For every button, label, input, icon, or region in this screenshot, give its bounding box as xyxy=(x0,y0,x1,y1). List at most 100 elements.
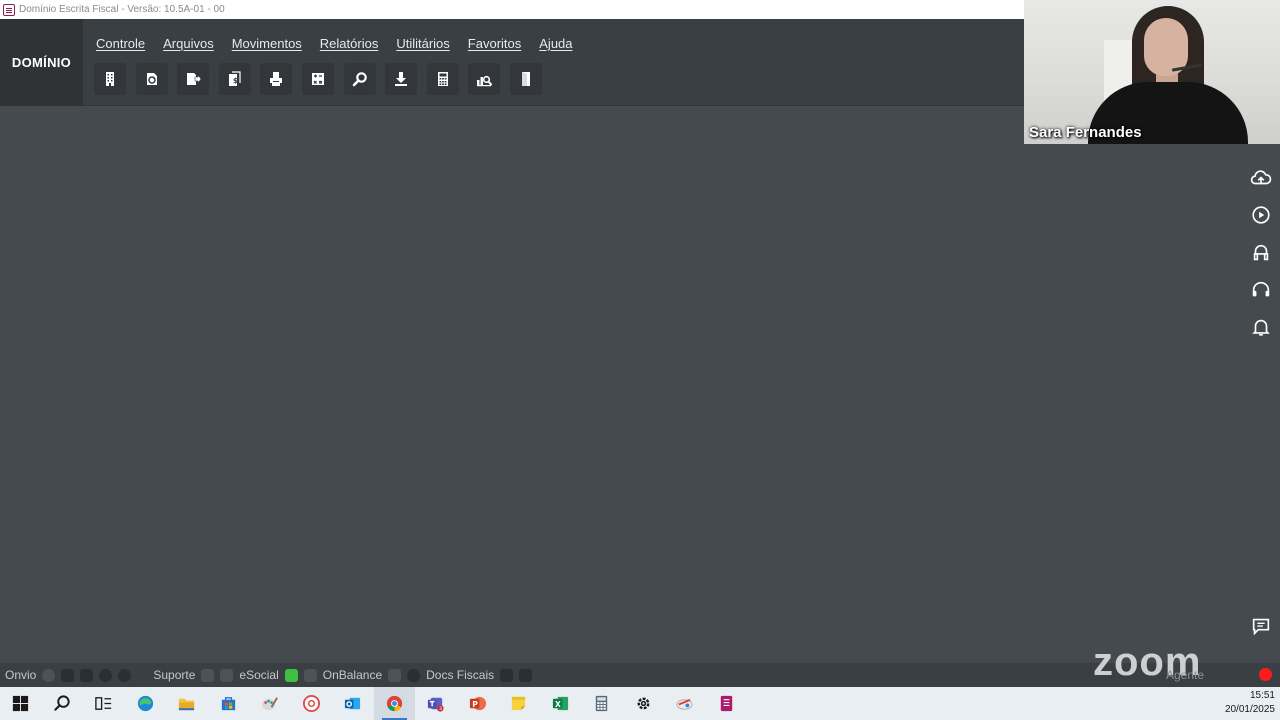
esocial-doc-icon xyxy=(303,668,317,682)
building-icon xyxy=(106,72,114,86)
menu-utilitarios[interactable]: Utilitários xyxy=(396,36,449,51)
download-icon xyxy=(395,72,408,86)
start-button[interactable] xyxy=(0,687,42,720)
onvio-circle2-icon xyxy=(118,668,132,682)
support-button[interactable] xyxy=(1246,275,1276,305)
academy-button[interactable] xyxy=(1246,238,1276,268)
chrome-icon xyxy=(386,695,402,712)
export-doc-button[interactable] xyxy=(177,63,210,95)
file-explorer-button[interactable] xyxy=(166,687,208,720)
sticky-notes-icon xyxy=(512,696,526,711)
headset-icon xyxy=(1252,281,1270,297)
play-button[interactable] xyxy=(1246,200,1276,230)
onbalance-drop-icon xyxy=(407,668,421,682)
cloud-upload-button[interactable] xyxy=(1246,163,1276,193)
calc-sheet-icon xyxy=(311,73,324,85)
suporte-icon xyxy=(201,668,215,682)
system-clock[interactable]: 15:51 20/01/2025 xyxy=(1225,689,1275,717)
esocial-status-icon xyxy=(284,668,298,682)
onvio-shield-icon xyxy=(61,668,75,682)
edge-button[interactable] xyxy=(125,687,167,720)
menu-favoritos[interactable]: Favoritos xyxy=(468,36,521,51)
outlook-icon xyxy=(345,697,361,710)
taskbar-search-button[interactable] xyxy=(42,687,84,720)
exit-button[interactable] xyxy=(509,63,542,95)
outlook-button[interactable] xyxy=(332,687,374,720)
participant-video: Sara Fernandes xyxy=(1024,0,1280,144)
download-button[interactable] xyxy=(385,63,418,95)
menu-arquivos[interactable]: Arquivos xyxy=(163,36,214,51)
status-esocial[interactable]: eSocial xyxy=(239,668,278,682)
status-docs-fiscais[interactable]: Docs Fiscais xyxy=(426,668,494,682)
record-indicator-icon xyxy=(1259,668,1272,681)
status-onbalance[interactable]: OnBalance xyxy=(323,668,382,682)
invoice-dollar-icon: $ xyxy=(228,71,241,86)
app-icon xyxy=(3,3,15,16)
excel-button[interactable]: X xyxy=(540,687,582,720)
app-a-icon xyxy=(302,694,320,713)
window-title: Domínio Escrita Fiscal - Versão: 10.5A-0… xyxy=(19,4,225,15)
teams-badge: 3 xyxy=(439,706,442,712)
teams-button[interactable]: 3 xyxy=(415,687,457,720)
status-agente[interactable]: Agente xyxy=(1166,668,1204,682)
calc-sheet-button[interactable] xyxy=(301,63,334,95)
calculator-app-button[interactable] xyxy=(581,687,623,720)
sticky-notes-button[interactable] xyxy=(498,687,540,720)
menu-movimentos[interactable]: Movimentos xyxy=(232,36,302,51)
export-doc-icon xyxy=(187,73,202,85)
refresh-doc-icon xyxy=(146,73,157,85)
chart-search-icon xyxy=(477,75,493,87)
clock-time: 15:51 xyxy=(1249,690,1275,701)
right-sidebar xyxy=(1220,144,1280,663)
settings-button[interactable] xyxy=(623,687,665,720)
search-icon xyxy=(54,695,70,711)
search-icon xyxy=(352,72,367,87)
svg-text:X: X xyxy=(555,700,561,709)
app-a-button[interactable] xyxy=(291,687,333,720)
teams-icon: 3 xyxy=(428,697,444,712)
cloud-upload-icon xyxy=(1250,170,1272,185)
building-button[interactable] xyxy=(94,63,126,95)
status-suporte[interactable]: Suporte xyxy=(153,668,195,682)
search-button[interactable] xyxy=(343,63,376,95)
remote-app-button[interactable] xyxy=(664,687,706,720)
chrome-button[interactable] xyxy=(373,687,415,720)
task-view-button[interactable] xyxy=(83,687,125,720)
printer-icon xyxy=(270,72,283,86)
invoice-button[interactable]: $ xyxy=(218,63,251,95)
edge-icon xyxy=(137,695,153,712)
calculator-icon xyxy=(437,72,448,86)
taskbar: 3 P X xyxy=(0,687,1280,720)
calculator-button[interactable] xyxy=(426,63,459,95)
door-exit-icon xyxy=(521,72,530,86)
docs-fiscais-mail-icon xyxy=(519,668,533,682)
chart-search-button[interactable] xyxy=(468,63,501,95)
dominio-app-button[interactable] xyxy=(706,687,748,720)
store-icon xyxy=(221,697,235,711)
windows-start-icon xyxy=(13,695,29,712)
toolbar: $ xyxy=(94,63,552,95)
paint-icon xyxy=(262,697,279,711)
svg-text:P: P xyxy=(472,700,478,709)
excel-icon: X xyxy=(552,696,568,711)
paint-button[interactable] xyxy=(249,687,291,720)
bell-icon xyxy=(1252,319,1270,336)
file-explorer-icon xyxy=(179,698,195,711)
menu-ajuda[interactable]: Ajuda xyxy=(539,36,572,51)
chat-button[interactable] xyxy=(1246,611,1276,641)
store-button[interactable] xyxy=(208,687,250,720)
workspace-area xyxy=(0,107,1280,663)
main-menu: Controle Arquivos Movimentos Relatórios … xyxy=(96,36,591,51)
onvio-circle-icon xyxy=(99,668,113,682)
refresh-doc-button[interactable] xyxy=(135,63,168,95)
powerpoint-button[interactable]: P xyxy=(457,687,499,720)
notifications-button[interactable] xyxy=(1246,312,1276,342)
brand-logo: DOMÍNIO xyxy=(0,19,83,106)
status-onvio[interactable]: Onvio xyxy=(5,668,36,682)
onvio-box-icon xyxy=(80,668,94,682)
dominio-icon xyxy=(720,695,732,712)
menu-relatorios[interactable]: Relatórios xyxy=(320,36,379,51)
print-button[interactable] xyxy=(260,63,293,95)
menu-controle[interactable]: Controle xyxy=(96,36,145,51)
suporte-doc-icon xyxy=(220,668,234,682)
